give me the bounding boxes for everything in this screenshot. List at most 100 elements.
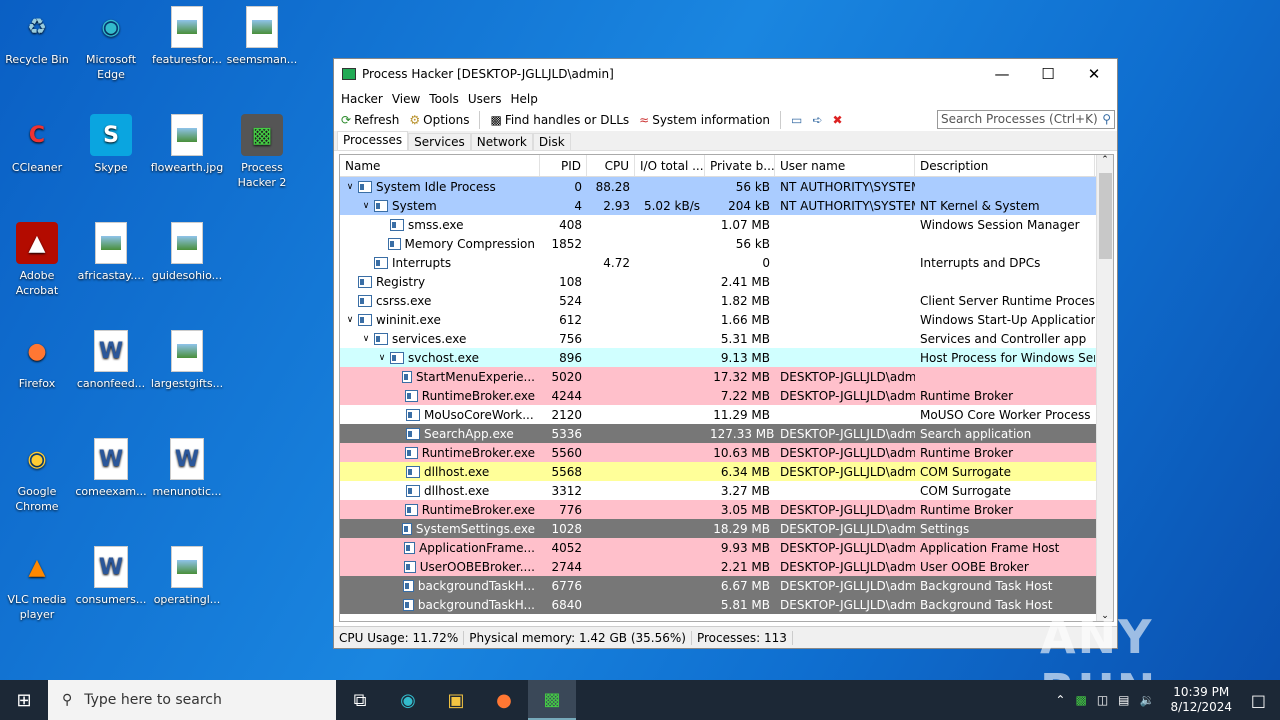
start-button[interactable]: ⊞ bbox=[0, 680, 48, 720]
table-row[interactable]: RuntimeBroker.exe 5560 10.63 MB DESKTOP-JGL… bbox=[340, 443, 1113, 462]
column-header-io-total[interactable]: I/O total ... bbox=[635, 155, 705, 176]
firefox-icon: ● bbox=[496, 689, 512, 711]
options-button[interactable]: ⚙ Options bbox=[406, 113, 472, 127]
cell-private-bytes: 3.05 MB bbox=[720, 502, 770, 517]
cell-private-bytes: 6.67 MB bbox=[720, 578, 770, 593]
title-bar[interactable]: Process Hacker [DESKTOP-JGLLJLD\admin] —… bbox=[334, 59, 1117, 89]
menu-hacker[interactable]: Hacker bbox=[338, 92, 389, 106]
table-row[interactable]: ∨ svchost.exe 896 9.13 MB Host Process for W… bbox=[340, 348, 1113, 367]
desktop-icon-skype[interactable]: S Skype bbox=[74, 114, 148, 175]
scrollbar-thumb[interactable] bbox=[1099, 173, 1112, 259]
table-row[interactable]: dllhost.exe 3312 3.27 MB COM Surrogate bbox=[340, 481, 1113, 500]
chevron-down-icon[interactable]: ∨ bbox=[344, 182, 356, 192]
taskbar-firefox[interactable]: ● bbox=[480, 680, 528, 720]
close-button[interactable]: ✕ bbox=[1071, 59, 1117, 89]
table-row[interactable]: backgroundTaskH... 6776 6.67 MB DESKTOP-JGL… bbox=[340, 576, 1113, 595]
table-row[interactable]: ∨ services.exe 756 5.31 MB Services and Cont… bbox=[340, 329, 1113, 348]
table-row[interactable]: ∨ System Idle Process 0 88.28 56 kB NT AUTHOR… bbox=[340, 177, 1113, 196]
desktop-icon-operatingl-[interactable]: operatingl... bbox=[150, 546, 224, 607]
desktop-icon-consumers-[interactable]: Wconsumers... bbox=[74, 546, 148, 607]
terminate-button[interactable]: ✖ bbox=[829, 113, 845, 127]
menu-tools[interactable]: Tools bbox=[426, 92, 465, 106]
desktop-icon-google-chrome[interactable]: ◉ Google Chrome bbox=[0, 438, 74, 514]
task-view-button[interactable]: ⧉ bbox=[336, 680, 384, 720]
minimize-button[interactable]: — bbox=[979, 59, 1025, 89]
tab-disk[interactable]: Disk bbox=[532, 133, 571, 150]
refresh-button[interactable]: ⟳ Refresh bbox=[338, 113, 402, 127]
menu-view[interactable]: View bbox=[389, 92, 426, 106]
scroll-up-icon[interactable]: ⌃ bbox=[1097, 155, 1113, 171]
window-icon-button[interactable]: ▭ bbox=[788, 113, 805, 127]
volume-icon[interactable]: 🔉 bbox=[1140, 693, 1155, 707]
search-processes-input[interactable]: Search Processes (Ctrl+K) ⚲ bbox=[937, 110, 1115, 129]
table-row[interactable]: StartMenuExperie... 5020 17.32 MB DESKTOP-J… bbox=[340, 367, 1113, 386]
table-row[interactable]: Registry 108 2.41 MB bbox=[340, 272, 1113, 291]
device-icon[interactable]: ◫ bbox=[1097, 693, 1108, 707]
taskbar-file-explorer[interactable]: ▣ bbox=[432, 680, 480, 720]
maximize-button[interactable]: ☐ bbox=[1025, 59, 1071, 89]
desktop-icon-firefox[interactable]: ● Firefox bbox=[0, 330, 74, 391]
desktop-icon-recycle-bin[interactable]: ♻ Recycle Bin bbox=[0, 6, 74, 67]
menu-users[interactable]: Users bbox=[465, 92, 508, 106]
table-row[interactable]: UserOOBEBroker.... 2744 2.21 MB DESKTOP-JGL… bbox=[340, 557, 1113, 576]
desktop-icon-seemsman-[interactable]: seemsman... bbox=[225, 6, 299, 67]
chevron-up-icon[interactable]: ⌃ bbox=[1055, 693, 1065, 707]
column-header-private-bytes[interactable]: Private b... bbox=[705, 155, 775, 176]
taskbar-edge[interactable]: ◉ bbox=[384, 680, 432, 720]
desktop-icon-canonfeed-[interactable]: Wcanonfeed... bbox=[74, 330, 148, 391]
column-header-description[interactable]: Description bbox=[915, 155, 1095, 176]
system-information-button[interactable]: ≈ System information bbox=[636, 113, 773, 127]
column-header-pid[interactable]: PID bbox=[540, 155, 587, 176]
desktop-icon-menunotic-[interactable]: Wmenunotic... bbox=[150, 438, 224, 499]
desktop-icon-process-hacker-2[interactable]: ▩ Process Hacker 2 bbox=[225, 114, 299, 190]
tab-network[interactable]: Network bbox=[470, 133, 533, 150]
notifications-button[interactable]: □ bbox=[1251, 691, 1266, 710]
chevron-down-icon[interactable]: ∨ bbox=[344, 315, 356, 325]
column-header-cpu[interactable]: CPU bbox=[587, 155, 635, 176]
desktop-icon-africastay-[interactable]: africastay.... bbox=[74, 222, 148, 283]
table-row[interactable]: ApplicationFrame... 4052 9.93 MB DESKTOP-JG… bbox=[340, 538, 1113, 557]
network-icon[interactable]: ▤ bbox=[1118, 693, 1129, 707]
desktop-icon-microsoft-edge[interactable]: ◉ Microsoft Edge bbox=[74, 6, 148, 82]
tab-processes[interactable]: Processes bbox=[337, 131, 409, 150]
cell-pid: 3312 bbox=[551, 483, 582, 498]
desktop-icon-flowearth-jpg[interactable]: flowearth.jpg bbox=[150, 114, 224, 175]
table-row[interactable]: RuntimeBroker.exe 776 3.05 MB DESKTOP-JGLLJ… bbox=[340, 500, 1113, 519]
find-handles-button[interactable]: ▩ Find handles or DLLs bbox=[487, 113, 632, 127]
process-name: UserOOBEBroker.... bbox=[419, 559, 535, 574]
menu-help[interactable]: Help bbox=[507, 92, 543, 106]
desktop-icon-ccleaner[interactable]: C CCleaner bbox=[0, 114, 74, 175]
cell-name: ∨ wininit.exe bbox=[340, 313, 540, 327]
desktop-icon-adobe-acrobat[interactable]: ▲ Adobe Acrobat bbox=[0, 222, 74, 298]
desktop-icon-guidesohio-[interactable]: guidesohio... bbox=[150, 222, 224, 283]
column-header-name[interactable]: Name bbox=[340, 155, 540, 176]
taskbar-process-hacker[interactable]: ▩ bbox=[528, 680, 576, 720]
table-row[interactable]: csrss.exe 524 1.82 MB Client Server Runtime… bbox=[340, 291, 1113, 310]
desktop-icon-largestgifts-[interactable]: largestgifts... bbox=[150, 330, 224, 391]
table-row[interactable]: Memory Compression 1852 56 kB bbox=[340, 234, 1113, 253]
table-row[interactable]: ∨ System 4 2.93 5.02 kB/s 204 kB NT AUTHORITY\… bbox=[340, 196, 1113, 215]
vertical-scrollbar[interactable]: ⌃ ⌄ bbox=[1096, 155, 1113, 621]
table-row[interactable]: SearchApp.exe 5336 127.33 MB DESKTOP-JGLLJL… bbox=[340, 424, 1113, 443]
desktop-icon-featuresfor-[interactable]: featuresfor... bbox=[150, 6, 224, 67]
chevron-down-icon[interactable]: ∨ bbox=[376, 353, 388, 363]
tab-services[interactable]: Services bbox=[408, 133, 471, 150]
go-window-button[interactable]: ➪ bbox=[809, 113, 825, 127]
desktop-icon-vlc-media-player[interactable]: ▲ VLC media player bbox=[0, 546, 74, 622]
column-header-user-name[interactable]: User name bbox=[775, 155, 915, 176]
network-activity-icon[interactable]: ▩ bbox=[1075, 693, 1086, 707]
table-row[interactable]: MoUsoCoreWork... 2120 11.29 MB MoUSO Core W… bbox=[340, 405, 1113, 424]
menu-bar: Hacker View Tools Users Help bbox=[334, 89, 1117, 109]
chevron-down-icon[interactable]: ∨ bbox=[360, 201, 372, 211]
table-row[interactable]: ∨ wininit.exe 612 1.66 MB Windows Start-Up A… bbox=[340, 310, 1113, 329]
table-row[interactable]: backgroundTaskH... 6840 5.81 MB DESKTOP-JGL… bbox=[340, 595, 1113, 614]
table-row[interactable]: SystemSettings.exe 1028 18.29 MB DESKTOP-JG… bbox=[340, 519, 1113, 538]
table-row[interactable]: smss.exe 408 1.07 MB Windows Session Manage… bbox=[340, 215, 1113, 234]
chevron-down-icon[interactable]: ∨ bbox=[360, 334, 372, 344]
table-row[interactable]: Interrupts 4.72 0 Interrupts and DPCs bbox=[340, 253, 1113, 272]
table-row[interactable]: RuntimeBroker.exe 4244 7.22 MB DESKTOP-JGLL… bbox=[340, 386, 1113, 405]
desktop-icon-comeexam-[interactable]: Wcomeexam... bbox=[74, 438, 148, 499]
taskbar-search-box[interactable]: ⚲ Type here to search bbox=[48, 680, 336, 720]
clock[interactable]: 10:39 PM 8/12/2024 bbox=[1170, 685, 1232, 715]
table-row[interactable]: dllhost.exe 5568 6.34 MB DESKTOP-JGLLJLD\ad… bbox=[340, 462, 1113, 481]
